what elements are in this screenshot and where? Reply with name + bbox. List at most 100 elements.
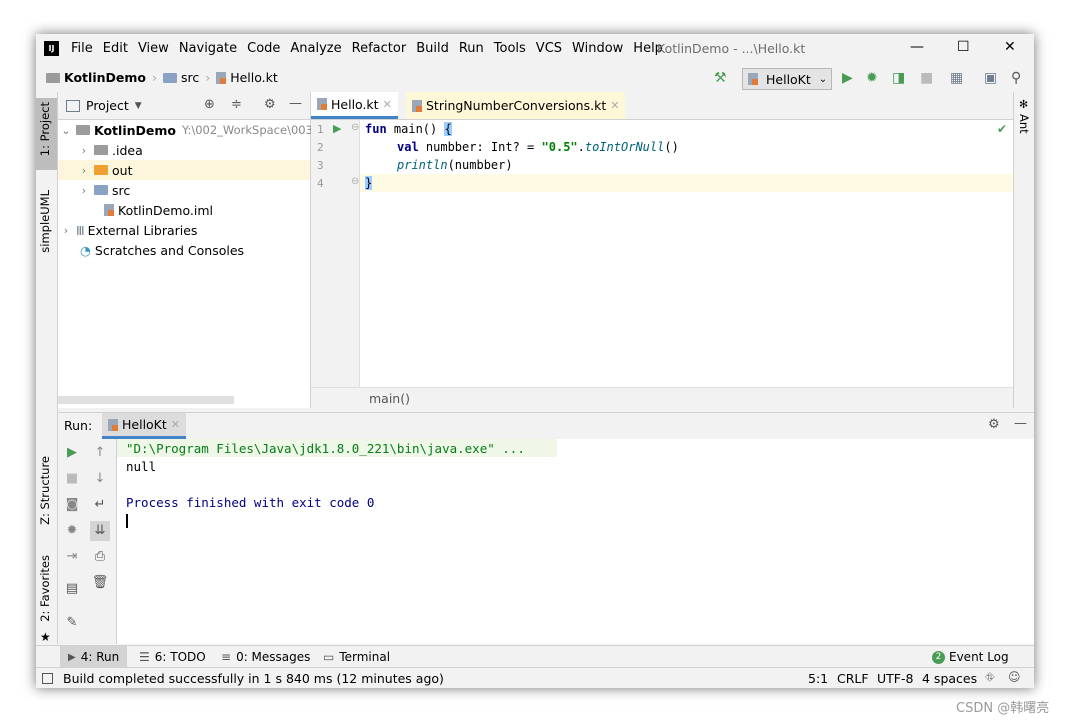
menu-navigate[interactable]: Navigate: [179, 41, 237, 56]
line-number: 2: [317, 141, 324, 154]
pin-icon[interactable]: ✎: [62, 613, 82, 633]
menu-build[interactable]: Build: [416, 41, 449, 56]
presentation-icon[interactable]: ▣: [984, 70, 997, 86]
debug-icon[interactable]: ✹: [866, 70, 878, 86]
down-arrow-icon[interactable]: ↓: [90, 469, 110, 489]
tab-string-number-conversions[interactable]: StringNumberConversions.kt ✕: [406, 92, 626, 119]
menu-analyze[interactable]: Analyze: [290, 41, 341, 56]
status-message[interactable]: Build completed successfully in 1 s 840 …: [63, 671, 444, 686]
tool-windows-icon[interactable]: [42, 673, 53, 684]
print-icon[interactable]: ⎙: [90, 547, 110, 567]
menu-file[interactable]: File: [71, 41, 93, 56]
maximize-button[interactable]: ☐: [957, 39, 970, 55]
tool-tab-messages[interactable]: ≡ 0: Messages: [221, 650, 310, 664]
code-keyword: val: [397, 140, 419, 154]
menu-code[interactable]: Code: [247, 41, 280, 56]
tree-external-libraries[interactable]: › Ⅲ External Libraries: [60, 220, 198, 240]
tool-tab-terminal[interactable]: ▭ Terminal: [323, 650, 390, 664]
caret-position[interactable]: 5:1: [808, 671, 828, 686]
editor-breadcrumb[interactable]: main(): [369, 391, 410, 406]
run-config-selector[interactable]: HelloKt ⌄: [742, 68, 832, 90]
layout-icon[interactable]: ▤: [62, 579, 82, 599]
menu-edit[interactable]: Edit: [103, 41, 128, 56]
tree-item-idea[interactable]: › .idea: [78, 140, 143, 160]
run-tab-hellokt[interactable]: HelloKt ✕: [102, 413, 187, 439]
line-number: 3: [317, 159, 324, 172]
camera-icon[interactable]: ◙: [62, 495, 82, 515]
close-tab-icon[interactable]: ✕: [610, 99, 619, 112]
library-icon: Ⅲ: [76, 222, 85, 238]
tree-item-iml[interactable]: KotlinDemo.iml: [104, 200, 213, 220]
tab-hello-kt[interactable]: Hello.kt ✕: [311, 92, 398, 119]
rerun-icon[interactable]: ▶: [62, 443, 82, 463]
debug-settings-icon[interactable]: ✹: [62, 521, 82, 541]
up-arrow-icon[interactable]: ↑: [90, 443, 110, 463]
run-icon[interactable]: ▶: [842, 70, 853, 86]
code-brace: {: [444, 122, 452, 136]
ide-window: IJ File Edit View Navigate Code Analyze …: [36, 34, 1034, 688]
tool-tab-simpleuml[interactable]: simpleUML: [38, 190, 52, 253]
project-view-label[interactable]: Project: [86, 98, 129, 113]
trash-icon[interactable]: 🗑: [90, 573, 110, 593]
coverage-icon[interactable]: ◨: [892, 70, 905, 86]
tool-tab-structure[interactable]: Z: Structure: [38, 456, 52, 525]
project-structure-icon[interactable]: ▦: [950, 70, 963, 86]
close-button[interactable]: ✕: [1004, 39, 1016, 55]
tree-root[interactable]: ⌄ KotlinDemo Y:\002_WorkSpace\003: [60, 120, 313, 140]
event-log-button[interactable]: 2 Event Log: [932, 650, 1009, 664]
tool-tab-run[interactable]: ▶ 4: Run: [60, 646, 128, 668]
run-gutter-icon[interactable]: ▶: [333, 122, 341, 135]
menu-window[interactable]: Window: [572, 41, 623, 56]
code-text: .: [577, 140, 585, 154]
breadcrumb-project[interactable]: KotlinDemo: [64, 70, 146, 85]
gear-icon[interactable]: ⚙: [264, 97, 276, 112]
collapse-icon[interactable]: ≑: [231, 97, 242, 112]
hide-icon[interactable]: —: [1014, 416, 1027, 431]
tree-item-out[interactable]: › out: [58, 160, 310, 180]
soft-wrap-icon[interactable]: ↵: [90, 495, 110, 515]
minimize-button[interactable]: —: [910, 39, 924, 55]
left-tool-strip: 1: Project simpleUML Z: Structure 2: Fav…: [36, 92, 58, 644]
tool-tab-project[interactable]: 1: Project: [38, 102, 52, 156]
fold-icon[interactable]: ⊖: [351, 122, 359, 133]
run-console[interactable]: "D:\Program Files\Java\jdk1.8.0_221\bin\…: [117, 439, 1034, 644]
stop-icon[interactable]: ■: [920, 70, 933, 86]
tab-label: StringNumberConversions.kt: [426, 98, 607, 113]
chevron-down-icon: ⌄: [61, 123, 71, 137]
search-icon[interactable]: ⚲: [1011, 70, 1021, 86]
console-line: "D:\Program Files\Java\jdk1.8.0_221\bin\…: [126, 441, 525, 456]
tool-tab-favorites[interactable]: 2: Favorites: [38, 555, 52, 622]
inspector-icon[interactable]: ☺: [1008, 670, 1021, 684]
exit-icon[interactable]: ⇥: [62, 547, 82, 567]
tool-tab-todo[interactable]: ☰ 6: TODO: [139, 650, 206, 664]
fold-icon[interactable]: ⊖: [351, 176, 359, 187]
tool-tab-ant[interactable]: Ant: [1017, 114, 1031, 134]
locate-icon[interactable]: ⊕: [204, 97, 215, 112]
file-encoding[interactable]: UTF-8: [877, 671, 913, 686]
close-tab-icon[interactable]: ✕: [383, 98, 392, 111]
menu-tools[interactable]: Tools: [494, 41, 526, 56]
horizontal-scrollbar[interactable]: [58, 396, 234, 404]
chevron-down-icon[interactable]: ▼: [135, 101, 142, 111]
gear-icon[interactable]: ⚙: [988, 417, 1000, 432]
menu-refactor[interactable]: Refactor: [352, 41, 407, 56]
inspection-ok-icon[interactable]: ✔: [997, 122, 1007, 136]
menu-view[interactable]: View: [138, 41, 169, 56]
scroll-to-end-icon[interactable]: ⇊: [90, 521, 110, 541]
code-editor[interactable]: 1 2 3 4 ▶ ⊖ ⊖ fun main() { val numbber: …: [311, 120, 1013, 387]
line-separator[interactable]: CRLF: [837, 671, 869, 686]
close-tab-icon[interactable]: ✕: [171, 418, 180, 431]
lock-icon[interactable]: ⛗: [985, 670, 995, 685]
menu-run[interactable]: Run: [459, 41, 484, 56]
breadcrumb-file[interactable]: Hello.kt: [230, 70, 278, 85]
build-hammer-icon[interactable]: ⚒: [714, 70, 727, 86]
indent-setting[interactable]: 4 spaces: [922, 671, 977, 686]
tree-item-src[interactable]: › src: [78, 180, 130, 200]
kotlin-file-icon: [317, 98, 327, 110]
tree-scratches[interactable]: ◔ Scratches and Consoles: [80, 240, 244, 260]
menu-vcs[interactable]: VCS: [536, 41, 562, 56]
hide-icon[interactable]: —: [289, 96, 302, 111]
window-title: KotlinDemo - ...\Hello.kt: [657, 41, 806, 56]
breadcrumb-src[interactable]: src: [181, 70, 199, 85]
stop-icon[interactable]: ■: [62, 469, 82, 489]
